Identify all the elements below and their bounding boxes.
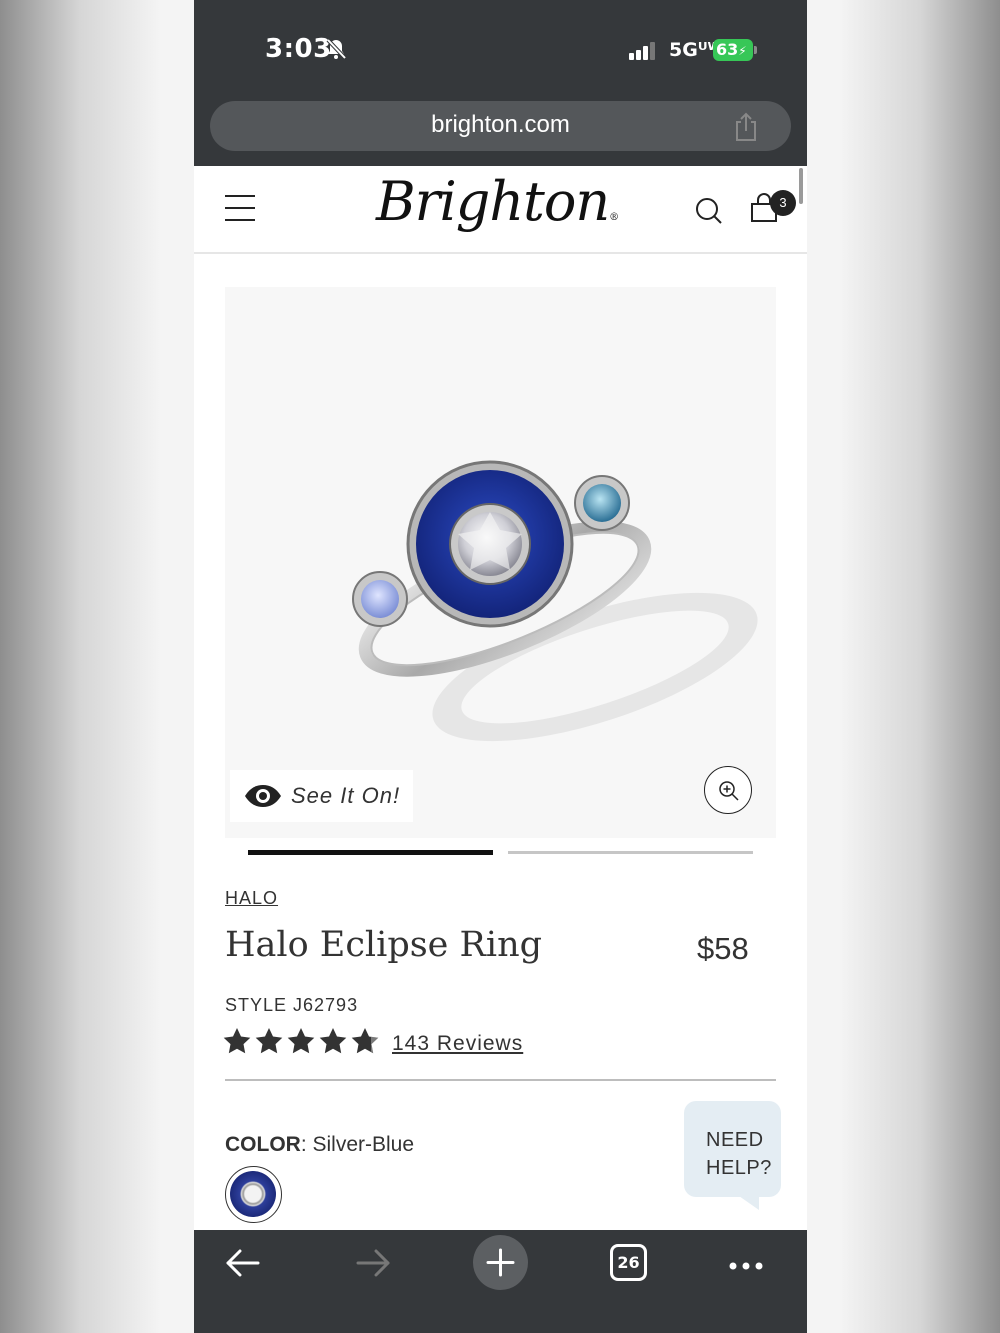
star-rating[interactable] — [223, 1026, 383, 1063]
reviews-link[interactable]: 143 Reviews — [392, 1032, 523, 1056]
more-icon[interactable] — [728, 1258, 764, 1276]
color-label: COLOR: Silver-Blue — [225, 1133, 415, 1156]
cart-count-badge: 3 — [770, 190, 796, 216]
tabs-count-button[interactable]: 26 — [610, 1244, 647, 1281]
brand-logo[interactable]: Brighton® — [376, 170, 619, 233]
zoom-in-icon — [719, 781, 739, 801]
star-icon — [223, 1028, 251, 1054]
share-icon[interactable] — [733, 112, 759, 147]
site-header: Brighton® 3 — [194, 166, 807, 254]
product-title: Halo Eclipse Ring — [225, 925, 543, 965]
bell-muted-icon — [324, 37, 348, 66]
address-bar[interactable]: brighton.com — [210, 101, 791, 151]
divider — [225, 1079, 776, 1081]
battery-tip — [754, 46, 757, 54]
scrollbar[interactable] — [799, 168, 803, 204]
star-icon — [255, 1028, 283, 1054]
see-it-on-label: See It On! — [291, 783, 401, 808]
menu-icon[interactable] — [225, 195, 255, 223]
gallery-indicator[interactable] — [508, 851, 753, 854]
style-number: STYLE J62793 — [225, 995, 359, 1015]
battery-level: 63⚡ — [713, 39, 753, 61]
collection-link[interactable]: HALO — [225, 888, 278, 909]
ring-image — [352, 460, 758, 742]
web-page: Brighton® 3 See It On! HALO Halo Eclipse… — [194, 166, 807, 1230]
zoom-button[interactable] — [704, 766, 752, 814]
status-time: 3:03 — [265, 34, 332, 64]
product-image[interactable]: See It On! — [225, 287, 776, 838]
back-arrow-icon[interactable] — [224, 1247, 262, 1284]
url-text[interactable]: brighton.com — [210, 111, 791, 139]
product-price: $58 — [697, 931, 749, 966]
signal-icon — [629, 41, 659, 66]
plus-icon — [486, 1248, 515, 1277]
star-icon — [287, 1028, 315, 1054]
forward-arrow-icon[interactable] — [354, 1247, 392, 1284]
chat-bubble-tail — [739, 1196, 759, 1210]
status-bar: 3:03 5Gᵁᵂ 63⚡ — [194, 0, 807, 98]
need-help-chat-button[interactable]: NEED HELP? — [684, 1101, 781, 1197]
need-help-label: NEED HELP? — [706, 1129, 772, 1179]
color-swatch-silver-blue[interactable] — [225, 1166, 282, 1223]
new-tab-button[interactable] — [473, 1235, 528, 1290]
search-icon[interactable] — [694, 196, 724, 231]
swatch-image — [230, 1171, 276, 1217]
see-it-on-button[interactable]: See It On! — [230, 770, 413, 822]
eye-icon — [244, 784, 282, 813]
star-icon — [319, 1028, 347, 1054]
gallery-indicator-active[interactable] — [248, 850, 493, 855]
browser-toolbar: 26 — [194, 1230, 807, 1333]
phone-screen: 3:03 5Gᵁᵂ 63⚡ brighton.com Brighton® 3 S… — [194, 0, 807, 1333]
